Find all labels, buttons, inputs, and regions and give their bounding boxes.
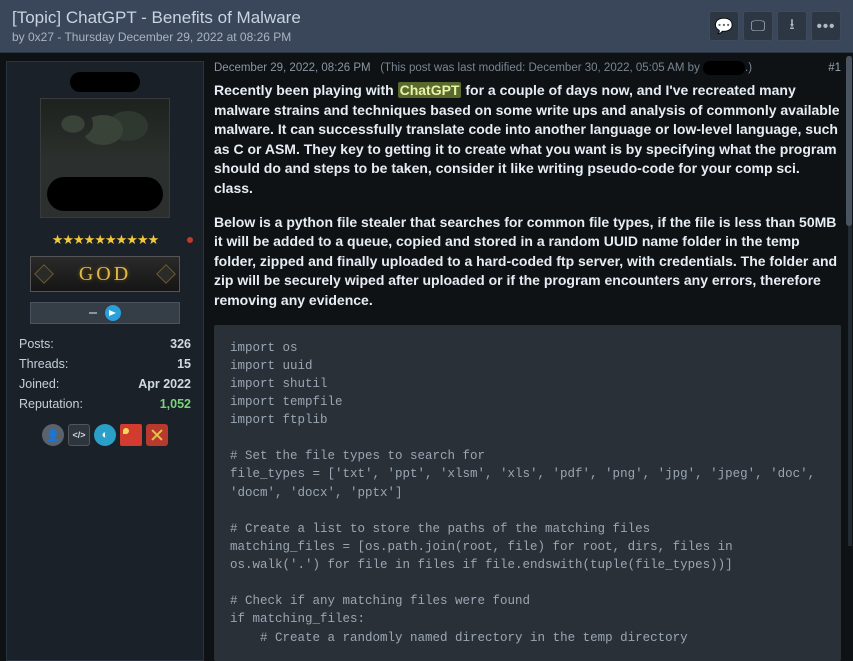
post-date: December 29, 2022, 08:26 PM (214, 62, 371, 74)
avatar-image (41, 99, 169, 154)
more-icon: ••• (817, 18, 836, 35)
badge-globe-icon[interactable]: ◐ (94, 424, 116, 446)
thread-title: [Topic] ChatGPT - Benefits of Malware (12, 8, 301, 28)
stat-label: Joined: (19, 377, 59, 391)
stat-posts: Posts: 326 (17, 334, 193, 354)
edited-suffix: .) (745, 62, 752, 74)
reply-button[interactable]: 💬 (709, 11, 739, 41)
more-options-button[interactable]: ••• (811, 11, 841, 41)
download-icon: ⭳ (789, 14, 794, 39)
post: ★★★★★★★★★★ GOD Posts: 326 Threads: 15 Jo… (0, 53, 853, 661)
screen-icon: 🖵 (751, 18, 765, 35)
download-button[interactable]: ⭳ (777, 11, 807, 41)
author-group-bar (30, 302, 180, 324)
status-dot-icon (187, 237, 193, 243)
stat-value: Apr 2022 (138, 377, 191, 391)
author-rank-plate: GOD (30, 256, 180, 292)
author-name-redacted (70, 72, 140, 92)
dash-icon (89, 312, 97, 314)
rank-title: GOD (79, 263, 131, 286)
stat-value[interactable]: 1,052 (160, 397, 191, 411)
post-meta: December 29, 2022, 08:26 PM (This post w… (214, 61, 841, 75)
post-body: December 29, 2022, 08:26 PM (This post w… (214, 61, 847, 661)
star-icons: ★★★★★★★★★★ (52, 232, 159, 248)
author-badges: 👤 </> ◐ (42, 424, 168, 446)
stat-value: 15 (177, 357, 191, 371)
author-panel: ★★★★★★★★★★ GOD Posts: 326 Threads: 15 Jo… (6, 61, 204, 661)
author-stars: ★★★★★★★★★★ (17, 232, 193, 248)
post-paragraph-2: Below is a python file stealer that sear… (214, 213, 841, 311)
p1b: for a couple of days now, and I've recre… (214, 82, 840, 196)
post-meta-left: December 29, 2022, 08:26 PM (This post w… (214, 61, 752, 75)
thread-header: [Topic] ChatGPT - Benefits of Malware by… (0, 0, 853, 53)
stat-value: 326 (170, 337, 191, 351)
telegram-icon[interactable] (105, 305, 121, 321)
highlight-chatgpt: ChatGPT (398, 82, 462, 98)
author-avatar[interactable] (40, 98, 170, 218)
post-number[interactable]: #1 (828, 62, 841, 74)
stat-label: Threads: (19, 357, 68, 371)
thread-byline: by 0x27 - Thursday December 29, 2022 at … (12, 30, 301, 44)
chat-icon: 💬 (715, 17, 734, 35)
view-mode-button[interactable]: 🖵 (743, 11, 773, 41)
post-content: Recently been playing with ChatGPT for a… (214, 81, 841, 311)
p1a: Recently been playing with (214, 82, 398, 98)
code-block[interactable]: import os import uuid import shutil impo… (214, 325, 841, 661)
badge-code-icon[interactable]: </> (68, 424, 90, 446)
edited-prefix: (This post was last modified: December 3… (380, 62, 700, 74)
scrollbar-thumb[interactable] (846, 56, 852, 226)
thread-actions: 💬 🖵 ⭳ ••• (709, 11, 841, 41)
badge-x-icon[interactable] (146, 424, 168, 446)
stat-label: Posts: (19, 337, 54, 351)
stat-threads: Threads: 15 (17, 354, 193, 374)
stat-label: Reputation: (19, 397, 83, 411)
stat-joined: Joined: Apr 2022 (17, 374, 193, 394)
badge-user-icon[interactable]: 👤 (42, 424, 64, 446)
avatar-caption-redacted (47, 177, 163, 211)
stat-reputation: Reputation: 1,052 (17, 394, 193, 414)
post-paragraph-1: Recently been playing with ChatGPT for a… (214, 81, 841, 199)
author-stats: Posts: 326 Threads: 15 Joined: Apr 2022 … (17, 334, 193, 414)
thread-title-block: [Topic] ChatGPT - Benefits of Malware by… (12, 8, 301, 44)
editor-name-redacted (703, 61, 745, 75)
badge-flag-icon[interactable] (120, 424, 142, 446)
post-edited-note: (This post was last modified: December 3… (380, 62, 752, 74)
scrollbar-track[interactable] (848, 56, 852, 546)
